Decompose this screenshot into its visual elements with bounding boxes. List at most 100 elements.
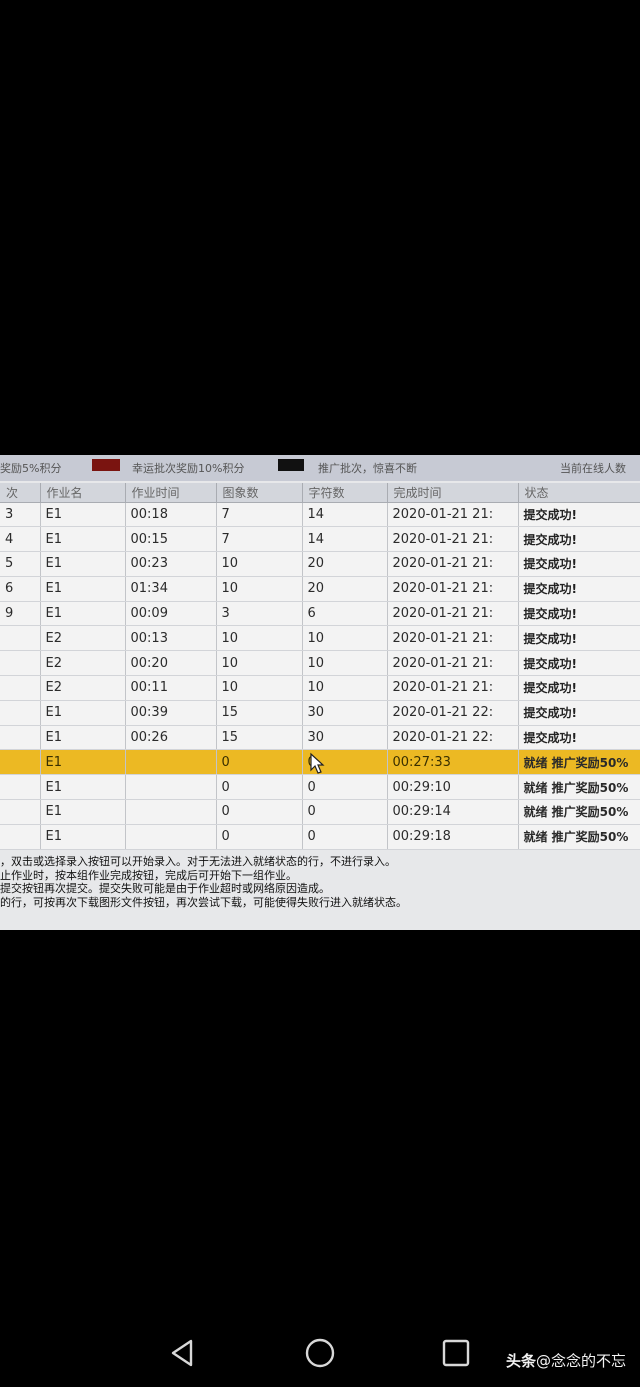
header-job-name[interactable]: 作业名 <box>40 483 126 503</box>
table-header: 次 作业名 作业时间 图象数 字符数 完成时间 状态 <box>0 483 640 503</box>
cell-finish-time: 2020-01-21 21: <box>387 502 519 528</box>
cell-index: 9 <box>0 601 41 627</box>
table-row[interactable]: 3 E1 00:18 7 14 2020-01-21 21: 提交成功! <box>0 502 640 528</box>
table-row[interactable]: E2 00:20 10 10 2020-01-21 21: 提交成功! <box>0 650 640 677</box>
cell-index: 3 <box>0 502 41 528</box>
cell-image-count: 10 <box>216 650 303 677</box>
cell-job-time: 00:11 <box>125 675 217 701</box>
cell-finish-time: 00:27:33 <box>387 749 519 776</box>
promo-text-left: 奖励5%积分 <box>0 462 62 475</box>
cell-char-count: 0 <box>302 774 388 801</box>
cell-status: 提交成功! <box>518 675 640 701</box>
cell-image-count: 10 <box>216 551 303 577</box>
cell-job-name: E1 <box>40 799 126 825</box>
cell-index <box>0 774 41 801</box>
cell-char-count: 30 <box>302 725 388 751</box>
cell-status: 就绪 推广奖励50% <box>518 824 640 850</box>
cell-index <box>0 725 41 751</box>
cell-finish-time: 2020-01-21 22: <box>387 725 519 751</box>
home-circle-icon[interactable] <box>303 1336 337 1370</box>
cell-char-count: 10 <box>302 625 388 652</box>
cell-char-count: 6 <box>302 601 388 627</box>
table-row[interactable]: E1 0 0 00:29:14 就绪 推广奖励50% <box>0 799 640 825</box>
header-finish-time[interactable]: 完成时间 <box>387 483 519 503</box>
cell-image-count: 0 <box>216 799 303 825</box>
cell-job-name: E2 <box>40 675 126 701</box>
cell-finish-time: 2020-01-21 21: <box>387 675 519 701</box>
cell-image-count: 3 <box>216 601 303 627</box>
header-image-count[interactable]: 图象数 <box>216 483 303 503</box>
cell-image-count: 10 <box>216 576 303 602</box>
header-status[interactable]: 状态 <box>518 483 640 503</box>
job-table: 次 作业名 作业时间 图象数 字符数 完成时间 状态 3 E1 00:18 7 14 20… <box>0 483 640 850</box>
cell-finish-time: 2020-01-21 22: <box>387 700 519 726</box>
cell-char-count: 14 <box>302 526 388 553</box>
cell-status: 提交成功! <box>518 601 640 627</box>
table-row[interactable]: E1 0 0 00:29:18 就绪 推广奖励50% <box>0 824 640 850</box>
cell-status: 就绪 推广奖励50% <box>518 749 640 776</box>
cell-image-count: 7 <box>216 526 303 553</box>
cell-job-name: E1 <box>40 700 126 726</box>
header-char-count[interactable]: 字符数 <box>302 483 388 503</box>
watermark-handle: @念念的不忘 <box>535 1352 626 1370</box>
table-row[interactable]: E2 00:13 10 10 2020-01-21 21: 提交成功! <box>0 625 640 652</box>
table-row[interactable]: E2 00:11 10 10 2020-01-21 21: 提交成功! <box>0 675 640 701</box>
table-row[interactable]: E1 00:39 15 30 2020-01-21 22: 提交成功! <box>0 700 640 726</box>
instruction-line: ，双击或选择录入按钮可以开始录入。对于无法进入就绪状态的行，不进行录入。 <box>0 855 396 868</box>
cell-char-count: 10 <box>302 650 388 677</box>
cell-image-count: 0 <box>216 824 303 850</box>
cell-char-count: 0 <box>302 824 388 850</box>
cell-job-name: E1 <box>40 526 126 553</box>
instruction-line: 止作业时，按本组作业完成按钮，完成后可开始下一组作业。 <box>0 868 297 882</box>
cell-index: 6 <box>0 576 41 602</box>
back-triangle-icon[interactable] <box>166 1336 200 1370</box>
cell-job-name: E1 <box>40 774 126 801</box>
table-row[interactable]: E1 0 0 00:29:10 就绪 推广奖励50% <box>0 774 640 801</box>
cell-finish-time: 00:29:14 <box>387 799 519 825</box>
cell-finish-time: 2020-01-21 21: <box>387 576 519 602</box>
cell-index <box>0 749 41 776</box>
cell-finish-time: 2020-01-21 21: <box>387 625 519 652</box>
cell-index <box>0 799 41 825</box>
cell-job-name: E1 <box>40 502 126 528</box>
cell-job-time <box>125 824 217 850</box>
table-row[interactable]: 6 E1 01:34 10 20 2020-01-21 21: 提交成功! <box>0 576 640 602</box>
cell-index <box>0 625 41 652</box>
cell-job-time: 00:20 <box>125 650 217 677</box>
cell-job-name: E1 <box>40 601 126 627</box>
cell-char-count: 30 <box>302 700 388 726</box>
cell-job-name: E1 <box>40 749 126 776</box>
cell-job-time: 00:23 <box>125 551 217 577</box>
table-row[interactable]: E1 00:26 15 30 2020-01-21 22: 提交成功! <box>0 725 640 751</box>
cell-image-count: 0 <box>216 774 303 801</box>
table-row[interactable]: 9 E1 00:09 3 6 2020-01-21 21: 提交成功! <box>0 601 640 627</box>
instruction-line: 的行，可按再次下载图形文件按钮，再次尝试下载，可能使得失败行进入就绪状态。 <box>0 895 407 909</box>
cell-status: 提交成功! <box>518 650 640 677</box>
instruction-line: 提交按钮再次提交。提交失败可能是由于作业超时或网络原因造成。 <box>0 882 330 895</box>
recents-square-icon[interactable] <box>439 1336 473 1370</box>
cell-finish-time: 2020-01-21 21: <box>387 526 519 553</box>
instructions: ，双击或选择录入按钮可以开始录入。对于无法进入就绪状态的行，不进行录入。 止作业… <box>0 855 640 909</box>
table-row[interactable]: 5 E1 00:23 10 20 2020-01-21 21: 提交成功! <box>0 551 640 577</box>
cell-job-name: E1 <box>40 824 126 850</box>
cell-status: 就绪 推广奖励50% <box>518 774 640 801</box>
header-job-time[interactable]: 作业时间 <box>125 483 217 503</box>
cell-finish-time: 2020-01-21 21: <box>387 650 519 677</box>
black-swatch <box>278 459 304 471</box>
cell-status: 提交成功! <box>518 625 640 652</box>
cell-image-count: 15 <box>216 700 303 726</box>
promo-text-right: 推广批次，惊喜不断 <box>318 462 417 475</box>
table-row[interactable]: 4 E1 00:15 7 14 2020-01-21 21: 提交成功! <box>0 526 640 553</box>
cell-char-count: 10 <box>302 675 388 701</box>
cell-finish-time: 2020-01-21 21: <box>387 551 519 577</box>
cell-image-count: 7 <box>216 502 303 528</box>
cell-index <box>0 675 41 701</box>
cell-image-count: 15 <box>216 725 303 751</box>
cell-job-name: E1 <box>40 576 126 602</box>
cell-finish-time: 00:29:10 <box>387 774 519 801</box>
cell-finish-time: 00:29:18 <box>387 824 519 850</box>
header-index[interactable]: 次 <box>0 483 41 503</box>
cell-job-time: 00:26 <box>125 725 217 751</box>
cell-status: 提交成功! <box>518 700 640 726</box>
cell-image-count: 10 <box>216 625 303 652</box>
